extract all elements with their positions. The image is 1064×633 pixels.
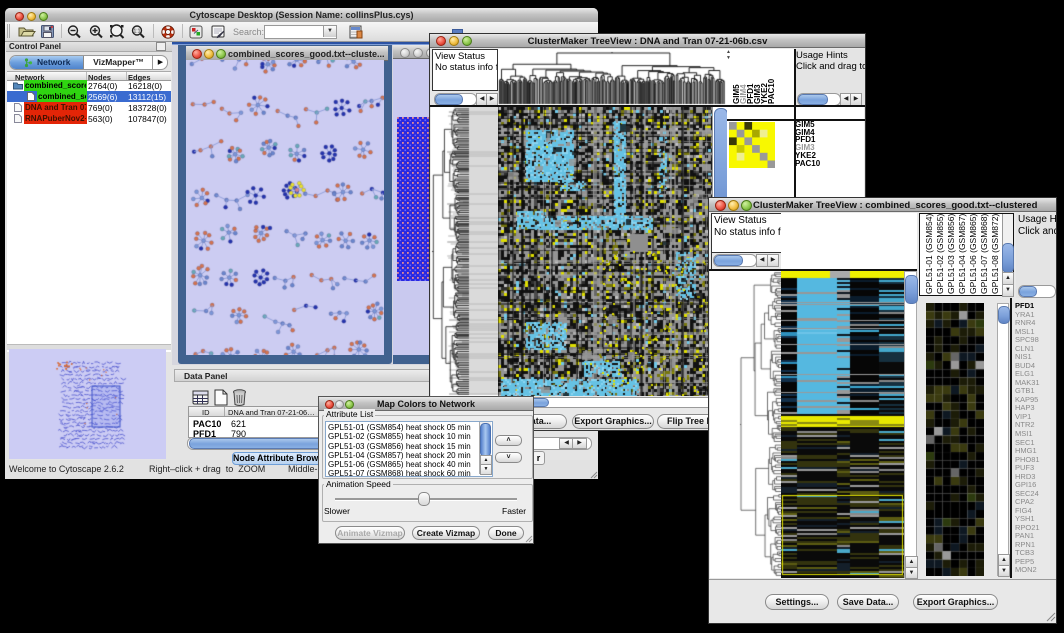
svg-text:1:1: 1:1 <box>134 29 141 35</box>
